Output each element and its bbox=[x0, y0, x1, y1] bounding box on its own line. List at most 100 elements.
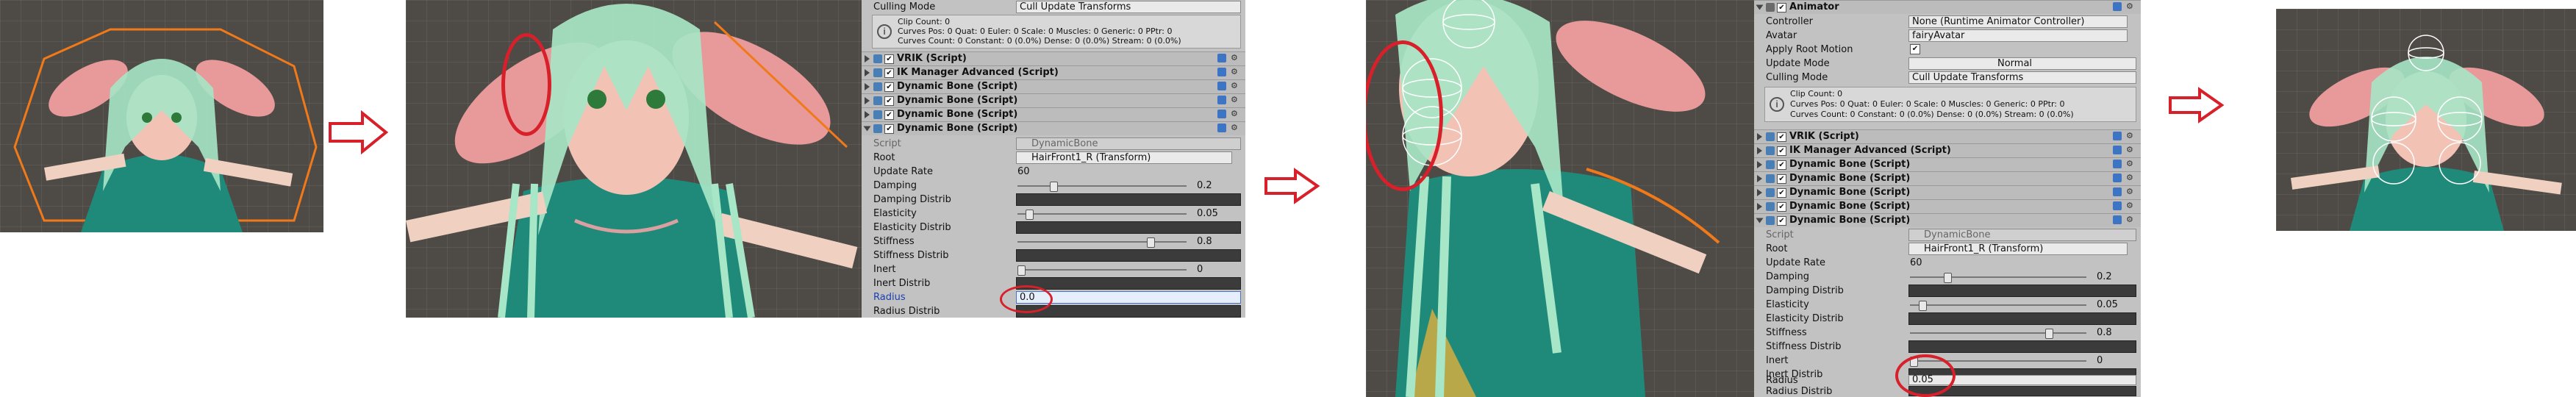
damping-knob[interactable] bbox=[1944, 273, 1952, 283]
culling-mode-dropdown[interactable]: Cull Update Transforms bbox=[1908, 71, 2136, 84]
gear-icon[interactable] bbox=[2113, 201, 2122, 210]
stiffness-slider[interactable] bbox=[1910, 329, 2086, 339]
settings-icon[interactable]: ⚙ bbox=[2126, 146, 2135, 154]
component-header[interactable]: ✔ Dynamic Bone (Script) ⚙ bbox=[1754, 185, 2141, 199]
settings-icon[interactable]: ⚙ bbox=[1231, 82, 1239, 90]
component-header[interactable]: ✔ Dynamic Bone (Script) ⚙ bbox=[862, 93, 1245, 107]
settings-icon[interactable]: ⚙ bbox=[2126, 132, 2135, 140]
apply-root-motion-checkbox[interactable]: ✔ bbox=[1910, 44, 1920, 54]
animator-header[interactable]: ✔ Animator ⚙ bbox=[1754, 0, 2141, 14]
inert-input[interactable]: 0 bbox=[1197, 264, 1203, 275]
elasticity-knob[interactable] bbox=[1026, 210, 1034, 220]
checkbox-icon[interactable]: ✔ bbox=[884, 96, 894, 106]
stiffness-distrib-curve[interactable] bbox=[1016, 249, 1241, 262]
elasticity-distrib-curve[interactable] bbox=[1908, 312, 2136, 325]
gear-icon[interactable] bbox=[2113, 146, 2122, 154]
root-field[interactable]: HairFront1_R (Transform) bbox=[1908, 243, 2128, 255]
stiffness-distrib-curve[interactable] bbox=[1908, 340, 2136, 353]
gear-icon[interactable] bbox=[2113, 160, 2122, 168]
root-field[interactable]: HairFront1_R (Transform) bbox=[1016, 151, 1232, 164]
settings-icon[interactable]: ⚙ bbox=[2126, 215, 2135, 224]
component-header[interactable]: ✔ Dynamic Bone (Script) ⚙ bbox=[862, 121, 1245, 135]
controller-field[interactable]: None (Runtime Animator Controller) bbox=[1908, 15, 2128, 28]
inert-input[interactable]: 0 bbox=[2097, 355, 2103, 366]
checkbox-icon[interactable]: ✔ bbox=[884, 68, 894, 78]
gear-icon[interactable] bbox=[1217, 96, 1226, 104]
damping-input[interactable]: 0.2 bbox=[1197, 180, 1212, 191]
checkbox-icon[interactable]: ✔ bbox=[884, 124, 894, 134]
damping-input[interactable]: 0.2 bbox=[2097, 271, 2112, 282]
settings-icon[interactable]: ⚙ bbox=[1231, 96, 1239, 104]
checkbox-icon[interactable]: ✔ bbox=[884, 82, 894, 92]
elasticity-slider[interactable] bbox=[1910, 301, 2086, 311]
culling-mode-dropdown[interactable]: Cull Update Transforms bbox=[1016, 1, 1241, 13]
update-rate-input[interactable]: 60 bbox=[1017, 166, 1030, 177]
damping-slider[interactable] bbox=[1910, 273, 2086, 283]
checkbox-icon[interactable]: ✔ bbox=[1777, 202, 1786, 212]
stiffness-input[interactable]: 0.8 bbox=[1197, 236, 1212, 247]
stiffness-knob[interactable] bbox=[1147, 237, 1155, 248]
gear-icon[interactable] bbox=[2113, 215, 2122, 224]
elasticity-input[interactable]: 0.05 bbox=[2097, 299, 2118, 310]
settings-icon[interactable]: ⚙ bbox=[2126, 174, 2135, 182]
checkbox-icon[interactable]: ✔ bbox=[1777, 216, 1786, 226]
settings-icon[interactable]: ⚙ bbox=[1231, 68, 1239, 76]
settings-icon[interactable]: ⚙ bbox=[2126, 201, 2135, 210]
settings-icon[interactable]: ⚙ bbox=[1231, 110, 1239, 118]
component-header[interactable]: ✔ VRIK (Script) ⚙ bbox=[862, 51, 1245, 65]
elasticity-distrib-row: Elasticity Distrib bbox=[1754, 312, 2141, 325]
gear-icon[interactable] bbox=[2113, 2, 2122, 11]
checkbox-icon[interactable]: ✔ bbox=[884, 54, 894, 64]
damping-distrib-curve[interactable] bbox=[1016, 193, 1241, 206]
radius-distrib-curve[interactable] bbox=[1016, 305, 1241, 318]
component-header[interactable]: ✔ Dynamic Bone (Script) ⚙ bbox=[862, 79, 1245, 93]
inert-distrib-curve[interactable] bbox=[1016, 277, 1241, 290]
avatar-field[interactable]: fairyAvatar bbox=[1908, 29, 2128, 42]
component-header[interactable]: ✔ VRIK (Script) ⚙ bbox=[1754, 129, 2141, 143]
elasticity-input[interactable]: 0.05 bbox=[1197, 208, 1218, 219]
component-header[interactable]: ✔ Dynamic Bone (Script) ⚙ bbox=[1754, 199, 2141, 213]
avatar-render-4 bbox=[2290, 35, 2562, 231]
damping-knob[interactable] bbox=[1050, 182, 1058, 192]
checkbox-icon[interactable]: ✔ bbox=[1777, 132, 1786, 142]
component-header[interactable]: ✔ IK Manager Advanced (Script) ⚙ bbox=[1754, 143, 2141, 157]
stiffness-knob[interactable] bbox=[2045, 329, 2053, 339]
elasticity-knob[interactable] bbox=[1919, 301, 1927, 311]
update-mode-dropdown[interactable]: Normal bbox=[1908, 57, 2136, 70]
gear-icon[interactable] bbox=[2113, 174, 2122, 182]
update-rate-input[interactable]: 60 bbox=[1910, 257, 1922, 268]
highlight-hair-colliders bbox=[1366, 40, 1443, 191]
gear-icon[interactable] bbox=[1217, 54, 1226, 62]
gear-icon[interactable] bbox=[1217, 68, 1226, 76]
inert-knob[interactable] bbox=[1017, 265, 1026, 276]
settings-icon[interactable]: ⚙ bbox=[2126, 187, 2135, 196]
damping-slider[interactable] bbox=[1017, 182, 1187, 192]
checkbox-icon[interactable]: ✔ bbox=[1777, 188, 1786, 198]
gear-icon[interactable] bbox=[2113, 187, 2122, 196]
component-header[interactable]: ✔ Dynamic Bone (Script) ⚙ bbox=[1754, 213, 2141, 227]
gear-icon[interactable] bbox=[1217, 110, 1226, 118]
elasticity-distrib-curve[interactable] bbox=[1016, 221, 1241, 234]
animator-info-box: i Clip Count: 0 Curves Pos: 0 Quat: 0 Eu… bbox=[1764, 87, 2136, 122]
settings-icon[interactable]: ⚙ bbox=[2126, 2, 2135, 11]
component-header[interactable]: ✔ Dynamic Bone (Script) ⚙ bbox=[862, 107, 1245, 121]
gear-icon[interactable] bbox=[1217, 124, 1226, 132]
checkbox-icon[interactable]: ✔ bbox=[1777, 146, 1786, 156]
inert-slider[interactable] bbox=[1017, 265, 1187, 276]
stiffness-input[interactable]: 0.8 bbox=[2097, 327, 2112, 338]
gear-icon[interactable] bbox=[2113, 132, 2122, 140]
settings-icon[interactable]: ⚙ bbox=[1231, 124, 1239, 132]
elasticity-slider[interactable] bbox=[1017, 210, 1187, 220]
checkbox-icon[interactable]: ✔ bbox=[1777, 174, 1786, 184]
component-header[interactable]: ✔ Dynamic Bone (Script) ⚙ bbox=[1754, 157, 2141, 171]
checkbox-icon[interactable]: ✔ bbox=[1777, 3, 1786, 12]
checkbox-icon[interactable]: ✔ bbox=[884, 110, 894, 120]
stiffness-slider[interactable] bbox=[1017, 237, 1187, 248]
settings-icon[interactable]: ⚙ bbox=[1231, 54, 1239, 62]
gear-icon[interactable] bbox=[1217, 82, 1226, 90]
settings-icon[interactable]: ⚙ bbox=[2126, 160, 2135, 168]
component-header[interactable]: ✔ Dynamic Bone (Script) ⚙ bbox=[1754, 171, 2141, 185]
damping-distrib-curve[interactable] bbox=[1908, 285, 2136, 297]
component-header[interactable]: ✔ IK Manager Advanced (Script) ⚙ bbox=[862, 65, 1245, 79]
checkbox-icon[interactable]: ✔ bbox=[1777, 160, 1786, 170]
